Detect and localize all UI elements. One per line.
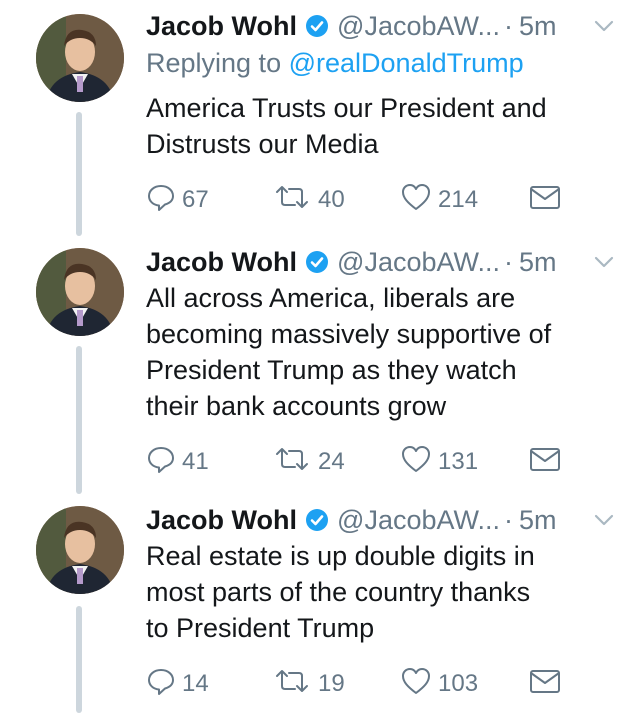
retweet-button[interactable]: 19 bbox=[272, 664, 345, 704]
author-handle[interactable]: @JacobAW... bbox=[337, 11, 500, 42]
verified-badge-icon bbox=[305, 250, 329, 274]
chevron-down-icon[interactable] bbox=[592, 508, 616, 539]
separator: · bbox=[504, 246, 513, 277]
thread-line bbox=[76, 606, 82, 713]
author-name[interactable]: Jacob Wohl bbox=[146, 505, 297, 536]
retweet-count: 19 bbox=[318, 670, 345, 697]
tweet-text: Real estate is up double digits in most … bbox=[146, 538, 610, 646]
avatar[interactable] bbox=[36, 506, 124, 594]
like-button[interactable]: 131 bbox=[400, 442, 478, 482]
author-name[interactable]: Jacob Wohl bbox=[146, 11, 297, 42]
heart-icon bbox=[400, 666, 432, 703]
reply-count: 41 bbox=[182, 448, 209, 475]
tweet-actions: 14 19 103 bbox=[146, 664, 610, 704]
timestamp[interactable]: 5m bbox=[519, 247, 557, 278]
envelope-icon bbox=[528, 182, 562, 219]
like-button[interactable]: 214 bbox=[400, 180, 478, 220]
avatar[interactable] bbox=[36, 14, 124, 102]
reply-icon bbox=[146, 182, 176, 219]
tweet-header: Jacob Wohl @JacobAW... · 5m bbox=[146, 244, 616, 280]
envelope-icon bbox=[528, 666, 562, 703]
verified-badge-icon bbox=[305, 508, 329, 532]
reply-icon bbox=[146, 444, 176, 481]
like-count: 131 bbox=[438, 448, 479, 475]
direct-message-button[interactable] bbox=[528, 664, 562, 704]
timestamp[interactable]: 5m bbox=[519, 505, 557, 536]
tweet-1[interactable]: Jacob Wohl @JacobAW... · 5m Replying to … bbox=[0, 0, 640, 236]
tweet-text-line: America Trusts our President and bbox=[146, 93, 547, 123]
heart-icon bbox=[400, 182, 432, 219]
tweet-text: All across America, liberals are becomin… bbox=[146, 280, 610, 424]
tweet-text-line: to President Trump bbox=[146, 613, 375, 643]
reply-icon bbox=[146, 666, 176, 703]
reply-count: 14 bbox=[182, 670, 209, 697]
retweet-count: 40 bbox=[318, 186, 345, 213]
reply-button[interactable]: 67 bbox=[146, 180, 209, 220]
tweet-text-line: Real estate is up double digits in bbox=[146, 541, 535, 571]
tweet-text-line: most parts of the country thanks bbox=[146, 577, 531, 607]
tweet-actions: 67 40 214 bbox=[146, 180, 610, 220]
tweet-header: Jacob Wohl @JacobAW... · 5m bbox=[146, 502, 616, 538]
replying-to: Replying to @realDonaldTrump bbox=[146, 48, 524, 79]
separator: · bbox=[504, 10, 513, 41]
retweet-count: 24 bbox=[318, 448, 345, 475]
direct-message-button[interactable] bbox=[528, 180, 562, 220]
thread-line bbox=[76, 346, 82, 494]
tweet-text-line: President Trump as they watch bbox=[146, 355, 517, 385]
author-name[interactable]: Jacob Wohl bbox=[146, 247, 297, 278]
retweet-button[interactable]: 24 bbox=[272, 442, 345, 482]
retweet-button[interactable]: 40 bbox=[272, 180, 345, 220]
like-count: 103 bbox=[438, 670, 479, 697]
chevron-down-icon[interactable] bbox=[592, 14, 616, 45]
mention-link[interactable]: @realDonaldTrump bbox=[289, 48, 524, 78]
separator: · bbox=[504, 504, 513, 535]
thread-line bbox=[76, 112, 82, 236]
heart-icon bbox=[400, 444, 432, 481]
tweet-header: Jacob Wohl @JacobAW... · 5m bbox=[146, 8, 616, 44]
reply-count: 67 bbox=[182, 186, 209, 213]
reply-button[interactable]: 41 bbox=[146, 442, 209, 482]
tweet-2[interactable]: Jacob Wohl @JacobAW... · 5m All across A… bbox=[0, 236, 640, 494]
avatar[interactable] bbox=[36, 248, 124, 336]
tweet-text-line: their bank accounts grow bbox=[146, 391, 447, 421]
like-button[interactable]: 103 bbox=[400, 664, 478, 704]
timestamp[interactable]: 5m bbox=[519, 11, 557, 42]
retweet-icon bbox=[272, 182, 312, 219]
retweet-icon bbox=[272, 444, 312, 481]
tweet-text-line: becoming massively supportive of bbox=[146, 319, 552, 349]
chevron-down-icon[interactable] bbox=[592, 250, 616, 281]
envelope-icon bbox=[528, 444, 562, 481]
like-count: 214 bbox=[438, 186, 479, 213]
tweet-text: America Trusts our President and Distrus… bbox=[146, 90, 610, 162]
direct-message-button[interactable] bbox=[528, 442, 562, 482]
tweet-3[interactable]: Jacob Wohl @JacobAW... · 5m Real estate … bbox=[0, 494, 640, 713]
author-handle[interactable]: @JacobAW... bbox=[337, 247, 500, 278]
replying-to-label: Replying to bbox=[146, 48, 282, 78]
retweet-icon bbox=[272, 666, 312, 703]
author-handle[interactable]: @JacobAW... bbox=[337, 505, 500, 536]
verified-badge-icon bbox=[305, 14, 329, 38]
tweet-text-line: Distrusts our Media bbox=[146, 129, 379, 159]
tweet-actions: 41 24 131 bbox=[146, 442, 610, 482]
reply-button[interactable]: 14 bbox=[146, 664, 209, 704]
tweet-text-line: All across America, liberals are bbox=[146, 283, 516, 313]
